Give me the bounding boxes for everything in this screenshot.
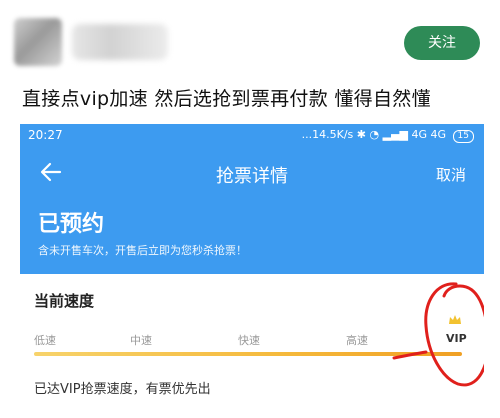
- speed-progress-bar: [34, 352, 462, 356]
- speed-card: 当前速度 低速 中速 快速 高速 VIP 已达VIP抢票速度，有票优先出: [20, 274, 484, 418]
- post-text: 直接点vip加速 然后选抢到票再付款 懂得自然懂: [22, 88, 431, 110]
- speed-level-fast[interactable]: 快速: [238, 332, 260, 348]
- speed-title: 当前速度: [34, 292, 95, 310]
- follow-button[interactable]: 关注: [404, 26, 480, 60]
- speed-level-vip[interactable]: VIP: [446, 332, 467, 345]
- post-header: 关注: [0, 0, 500, 80]
- notice-text: 含未开售车次，开售后立即为您秒杀抢票！: [38, 244, 247, 257]
- avatar[interactable]: [14, 18, 62, 66]
- status-indicators: ...14.5K/s ✱ ◔ ▂▄▆ 4G 4G 15: [302, 128, 474, 143]
- reservation-status: 已预约: [38, 212, 105, 237]
- network-speed: ...14.5K/s: [301, 128, 354, 141]
- bluetooth-icon: ✱: [356, 128, 370, 141]
- speed-level-low[interactable]: 低速: [34, 332, 56, 348]
- status-time: 20:27: [28, 128, 63, 142]
- status-bar: 20:27 ...14.5K/s ✱ ◔ ▂▄▆ 4G 4G 15: [20, 124, 484, 146]
- username-blurred[interactable]: [72, 24, 168, 60]
- crown-icon: [449, 315, 461, 324]
- signal-icon: ▂▄▆: [382, 128, 412, 141]
- alarm-icon: ◔: [369, 128, 383, 141]
- battery-icon: 15: [452, 130, 474, 143]
- page-title: 抢票详情: [216, 166, 288, 187]
- speed-level-high[interactable]: 高速: [346, 332, 368, 348]
- speed-description: 已达VIP抢票速度，有票优先出: [34, 382, 211, 397]
- cancel-button[interactable]: 取消: [436, 164, 466, 185]
- signal-label: 4G 4G: [411, 128, 447, 141]
- speed-level-medium[interactable]: 中速: [130, 332, 152, 348]
- embedded-screenshot: 20:27 ...14.5K/s ✱ ◔ ▂▄▆ 4G 4G 15 抢票详情 取…: [20, 124, 484, 418]
- ticket-header: 20:27 ...14.5K/s ✱ ◔ ▂▄▆ 4G 4G 15 抢票详情 取…: [20, 124, 484, 274]
